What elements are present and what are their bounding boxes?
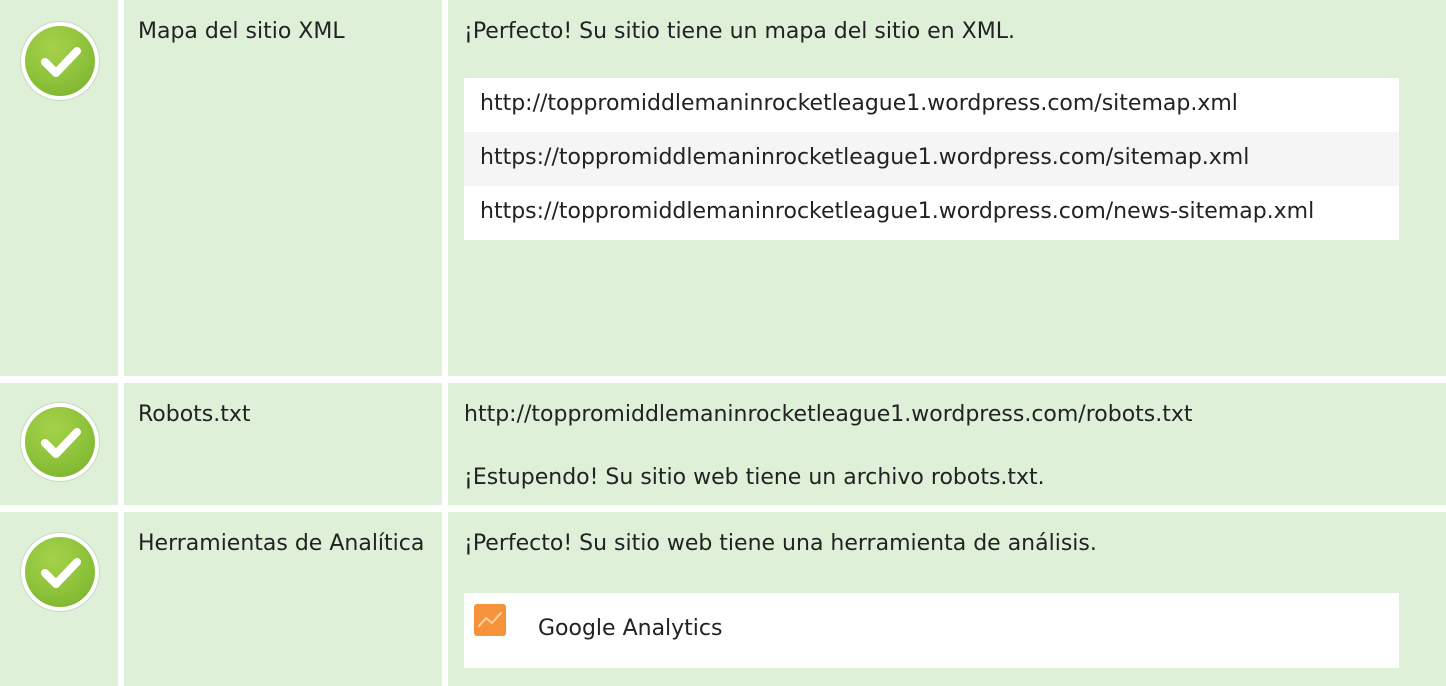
status-message: ¡Perfecto! Su sitio web tiene una herram… [464,531,1097,556]
sitemap-url: https://toppromiddlemaninrocketleague1.w… [464,186,1399,240]
row-label: Mapa del sitio XML [124,0,442,376]
status-cell [0,512,118,686]
status-message: ¡Perfecto! Su sitio tiene un mapa del si… [464,19,1015,44]
sitemap-url: http://toppromiddlemaninrocketleague1.wo… [464,78,1399,132]
analytics-tool: Google Analytics [464,593,1399,668]
check-icon [21,22,99,100]
status-cell [0,383,118,505]
robots-row: Robots.txt http://toppromiddlemaninrocke… [0,383,1446,505]
status-message: ¡Estupendo! Su sitio web tiene un archiv… [464,465,1045,490]
analytics-tool-name: Google Analytics [538,616,723,641]
google-analytics-icon [474,604,506,636]
sitemap-list: http://toppromiddlemaninrocketleague1.wo… [464,78,1446,240]
check-icon [21,533,99,611]
row-content: ¡Perfecto! Su sitio web tiene una herram… [448,512,1446,686]
row-content: ¡Perfecto! Su sitio tiene un mapa del si… [448,0,1446,376]
row-label: Herramientas de Analítica [124,512,442,686]
sitemap-url: https://toppromiddlemaninrocketleague1.w… [464,132,1399,186]
row-content: http://toppromiddlemaninrocketleague1.wo… [448,383,1446,505]
status-cell [0,0,118,376]
robots-url: http://toppromiddlemaninrocketleague1.wo… [464,402,1193,427]
row-label: Robots.txt [124,383,442,505]
sitemap-row: Mapa del sitio XML ¡Perfecto! Su sitio t… [0,0,1446,376]
check-icon [21,403,99,481]
analytics-row: Herramientas de Analítica ¡Perfecto! Su … [0,512,1446,686]
